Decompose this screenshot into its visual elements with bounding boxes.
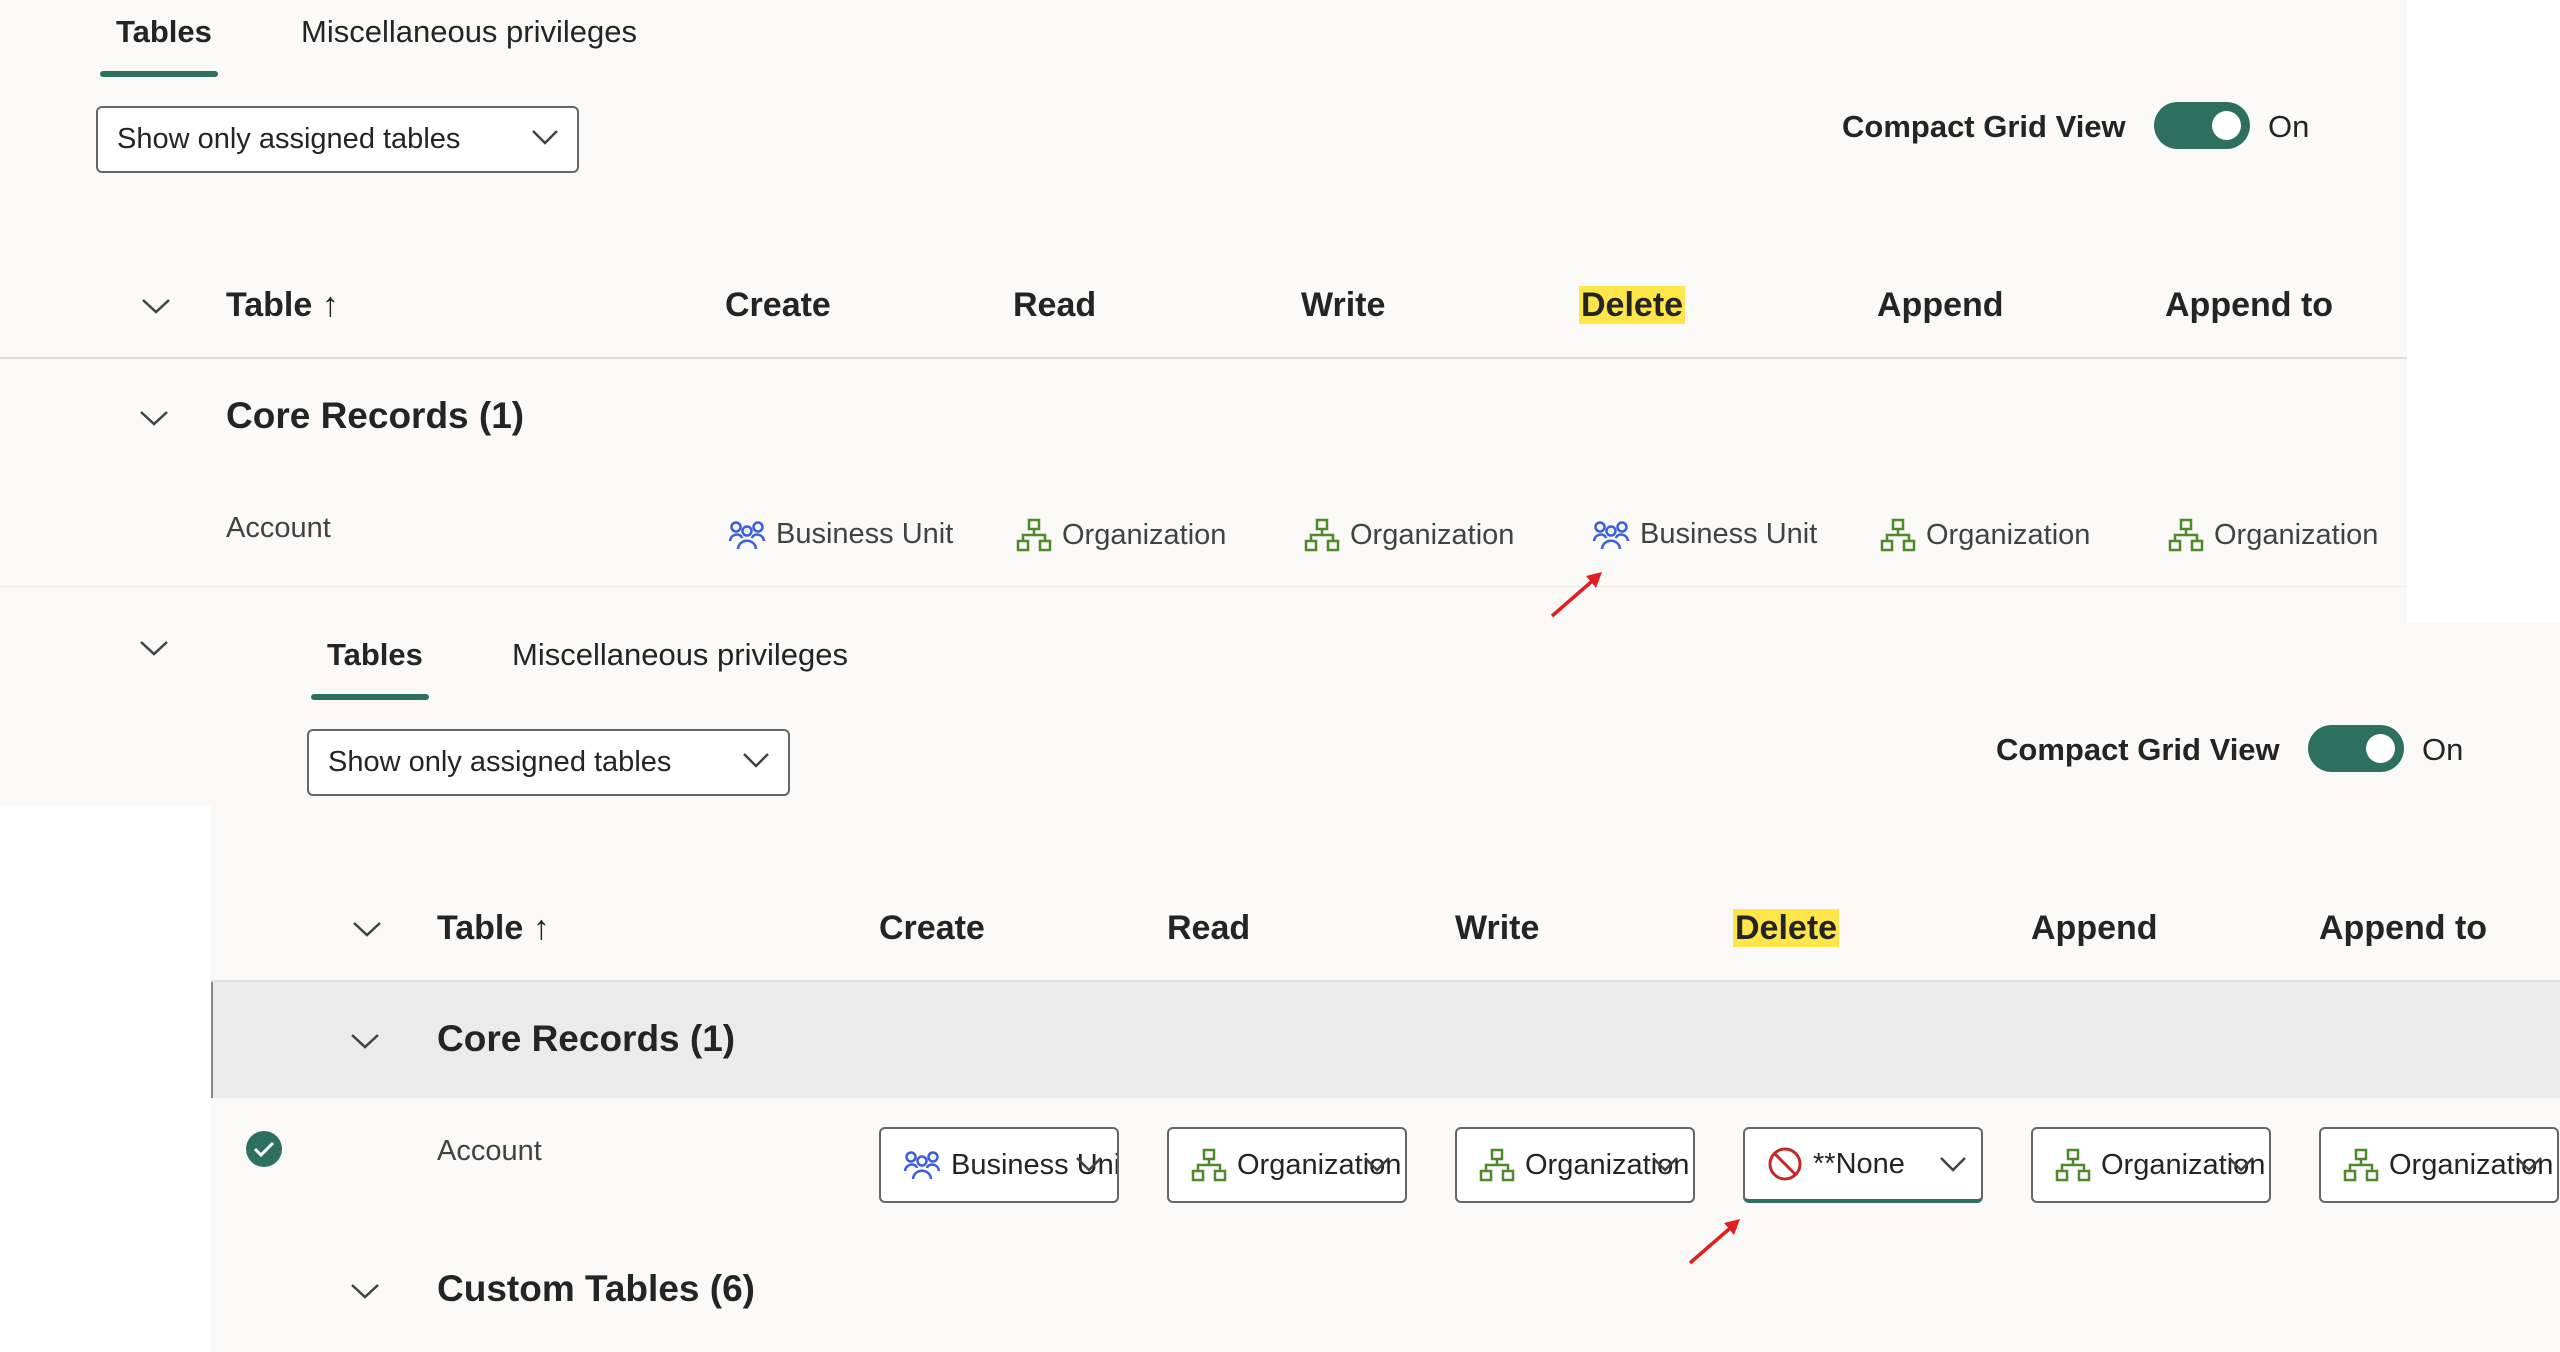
business-unit-icon: [728, 520, 766, 549]
annotation-arrow-icon: [1550, 572, 1602, 618]
toggle-knob: [2366, 734, 2395, 763]
highlighted-delete-label: Delete: [1733, 909, 1840, 947]
privileges-panel-after: Tables Miscellaneous privileges Show onl…: [211, 623, 2560, 1352]
column-header-write[interactable]: Write: [1301, 286, 1385, 325]
annotation-arrow-icon: [1688, 1219, 1740, 1265]
organization-icon: [1880, 518, 1916, 552]
compact-grid-view-toggle[interactable]: [2154, 102, 2250, 149]
privilege-create[interactable]: Business Unit: [728, 518, 953, 551]
organization-icon: [1304, 518, 1340, 552]
privilege-delete[interactable]: Business Unit: [1592, 518, 1817, 551]
column-header-delete[interactable]: Delete: [1579, 286, 1686, 325]
column-header-append-to[interactable]: Append to: [2165, 286, 2333, 325]
privilege-append-to[interactable]: Organization: [2168, 518, 2378, 552]
toggle-knob: [2212, 111, 2241, 140]
privilege-read[interactable]: Organization: [1016, 518, 1226, 552]
privilege-append-dropdown[interactable]: Organization: [2031, 1127, 2271, 1203]
sort-ascending-icon: ↑: [532, 909, 550, 947]
column-header-create[interactable]: Create: [725, 286, 831, 325]
compact-grid-view-label: Compact Grid View: [1842, 109, 2126, 144]
tab-miscellaneous-privileges[interactable]: Miscellaneous privileges: [512, 637, 848, 673]
chevron-down-icon: [2228, 1157, 2254, 1172]
row-selected-checkmark-icon[interactable]: [245, 1130, 283, 1168]
tab-tables[interactable]: Tables: [327, 637, 423, 673]
privilege-level: Business Unit: [1640, 518, 1818, 550]
chevron-down-icon: [1940, 1157, 1966, 1172]
column-header-append[interactable]: Append: [2031, 909, 2158, 948]
column-header-write[interactable]: Write: [1455, 909, 1539, 948]
row-table-name: Account: [226, 512, 331, 544]
column-header-append[interactable]: Append: [1877, 286, 2004, 325]
privilege-delete-dropdown[interactable]: **None: [1743, 1127, 1983, 1203]
privilege-level: **None: [1813, 1147, 1905, 1180]
chevron-down-icon: [1652, 1157, 1678, 1172]
sort-ascending-icon: ↑: [321, 286, 339, 324]
chevron-down-icon: [743, 753, 769, 768]
filter-dropdown[interactable]: Show only assigned tables: [96, 106, 579, 173]
group-collapse-chevron-icon[interactable]: [349, 1031, 381, 1051]
column-header-read[interactable]: Read: [1013, 286, 1096, 325]
row-divider: [0, 586, 2407, 587]
organization-icon: [1016, 518, 1052, 552]
privilege-level: Organization: [2214, 518, 2379, 551]
privilege-create-dropdown[interactable]: Business Unit: [879, 1127, 1119, 1203]
column-header-table[interactable]: Table ↑: [226, 286, 339, 325]
privilege-write-dropdown[interactable]: Organization: [1455, 1127, 1695, 1203]
privilege-level: Organization: [1926, 518, 2091, 551]
business-unit-icon: [1592, 520, 1630, 549]
filter-dropdown[interactable]: Show only assigned tables: [307, 729, 790, 796]
column-header-table-label: Table: [226, 286, 313, 324]
privilege-write[interactable]: Organization: [1304, 518, 1514, 552]
organization-icon: [1479, 1148, 1515, 1182]
group-collapse-chevron-icon[interactable]: [349, 1281, 381, 1301]
expand-all-chevron-icon[interactable]: [351, 919, 383, 939]
compact-grid-view-state: On: [2422, 732, 2464, 767]
group-collapse-chevron-icon[interactable]: [138, 408, 170, 428]
column-header-delete[interactable]: Delete: [1733, 909, 1840, 948]
group-title-core-records[interactable]: Core Records (1): [226, 395, 524, 437]
privilege-read-dropdown[interactable]: Organization: [1167, 1127, 1407, 1203]
organization-icon: [1191, 1148, 1227, 1182]
row-table-name: Account: [437, 1135, 542, 1167]
chevron-down-icon: [2516, 1157, 2542, 1172]
organization-icon: [2168, 518, 2204, 552]
compact-grid-view-state: On: [2268, 109, 2310, 144]
group-title-custom-tables[interactable]: Custom Tables (6): [437, 1268, 755, 1310]
column-header-read[interactable]: Read: [1167, 909, 1250, 948]
expand-all-chevron-icon[interactable]: [140, 296, 172, 316]
compact-grid-view-toggle[interactable]: [2308, 725, 2404, 772]
group-title-core-records[interactable]: Core Records (1): [437, 1018, 735, 1060]
filter-dropdown-value: Show only assigned tables: [117, 123, 461, 155]
column-header-create[interactable]: Create: [879, 909, 985, 948]
group-collapse-chevron-icon[interactable]: [138, 638, 170, 658]
tab-miscellaneous-privileges[interactable]: Miscellaneous privileges: [301, 14, 637, 50]
compact-grid-view-label: Compact Grid View: [1996, 732, 2280, 767]
privilege-level: Organization: [1062, 518, 1227, 551]
tab-active-indicator: [311, 694, 429, 700]
highlighted-delete-label: Delete: [1579, 286, 1686, 324]
privilege-level: Business Unit: [776, 518, 954, 550]
chevron-down-icon: [1076, 1157, 1102, 1172]
tab-active-indicator: [100, 71, 218, 77]
privilege-level: Organization: [1350, 518, 1515, 551]
organization-icon: [2343, 1148, 2379, 1182]
chevron-down-icon: [532, 130, 558, 145]
organization-icon: [2055, 1148, 2091, 1182]
column-header-append-to[interactable]: Append to: [2319, 909, 2487, 948]
privilege-append[interactable]: Organization: [1880, 518, 2090, 552]
filter-dropdown-value: Show only assigned tables: [328, 746, 672, 778]
column-header-table[interactable]: Table ↑: [437, 909, 550, 948]
none-icon: [1768, 1147, 1802, 1181]
header-divider: [0, 357, 2407, 359]
chevron-down-icon: [1364, 1157, 1390, 1172]
privilege-append-to-dropdown[interactable]: Organization: [2319, 1127, 2559, 1203]
business-unit-icon: [903, 1151, 941, 1180]
tab-tables[interactable]: Tables: [116, 14, 212, 50]
column-header-table-label: Table: [437, 909, 524, 947]
